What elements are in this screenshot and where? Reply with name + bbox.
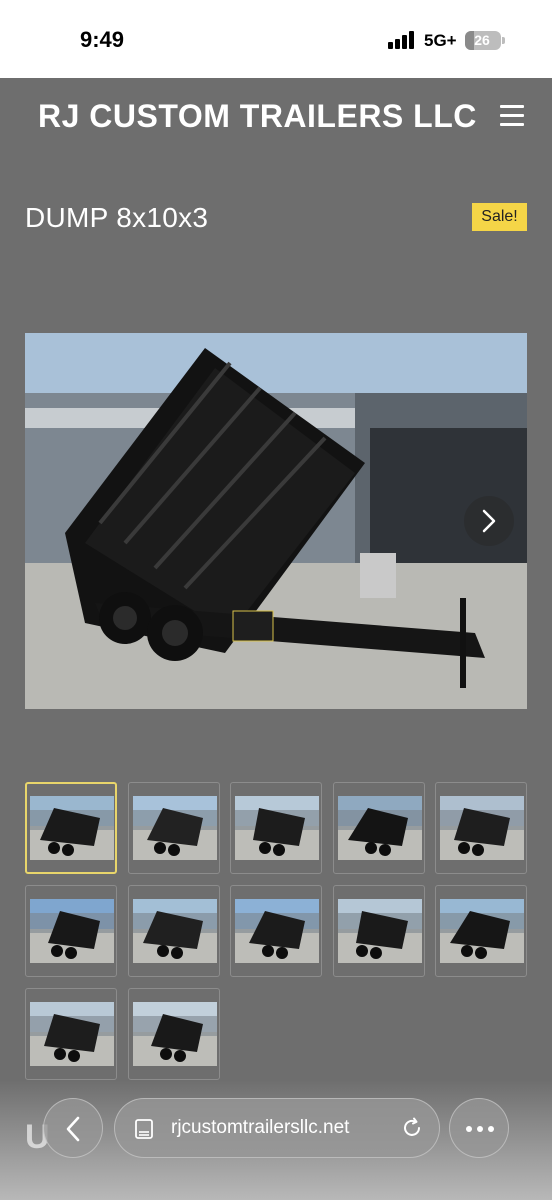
thumbnail-5[interactable] <box>435 782 527 874</box>
thumbnail-image <box>337 899 422 963</box>
network-type: 5G+ <box>424 31 457 50</box>
thumbnail-image <box>235 796 319 860</box>
cellular-signal-icon <box>388 31 418 49</box>
thumbnail-8[interactable] <box>230 885 322 977</box>
thumbnail-image <box>132 899 217 963</box>
thumbnail-11[interactable] <box>25 988 117 1080</box>
status-bar: 9:49 5G+ 26 <box>0 0 552 78</box>
thumbnail-gallery <box>25 782 527 1082</box>
url-text[interactable]: rjcustomtrailersllc.net <box>171 1117 349 1139</box>
thumbnail-image <box>132 796 217 860</box>
more-options-button[interactable] <box>449 1098 509 1158</box>
thumbnail-10[interactable] <box>435 885 527 977</box>
browser-back-button[interactable] <box>43 1098 103 1158</box>
thumbnail-6[interactable] <box>25 885 117 977</box>
thumbnail-2[interactable] <box>127 782 220 874</box>
product-title: DUMP 8x10x3 <box>25 202 209 233</box>
battery-icon: 26 <box>465 31 501 50</box>
sale-badge: Sale! <box>472 203 527 231</box>
chevron-left-icon <box>66 1116 80 1142</box>
thumbnail-9[interactable] <box>332 885 425 977</box>
thumbnail-image <box>132 1002 217 1066</box>
page-icon[interactable] <box>135 1119 153 1139</box>
reload-icon[interactable] <box>401 1117 423 1139</box>
thumbnail-12[interactable] <box>127 988 220 1080</box>
site-title[interactable]: RJ CUSTOM TRAILERS LLC <box>38 98 477 135</box>
thumbnail-image <box>235 899 319 963</box>
site-header: RJ CUSTOM TRAILERS LLC <box>0 78 552 158</box>
thumbnail-3[interactable] <box>230 782 322 874</box>
thumbnail-4[interactable] <box>332 782 425 874</box>
hamburger-menu-icon[interactable] <box>500 105 524 127</box>
chevron-right-icon[interactable] <box>464 496 514 546</box>
thumbnail-image <box>337 796 422 860</box>
thumbnail-image <box>440 796 524 860</box>
thumbnail-image <box>440 899 524 963</box>
thumbnail-1[interactable] <box>25 782 117 874</box>
address-bar[interactable]: rjcustomtrailersllc.net <box>114 1098 440 1158</box>
thumbnail-image <box>30 1002 114 1066</box>
thumbnail-7[interactable] <box>127 885 220 977</box>
thumbnail-image <box>30 899 114 963</box>
main-product-image[interactable] <box>25 333 527 709</box>
battery-percent: 26 <box>474 32 490 48</box>
status-time: 9:49 <box>80 27 125 52</box>
thumbnail-image <box>30 796 114 860</box>
